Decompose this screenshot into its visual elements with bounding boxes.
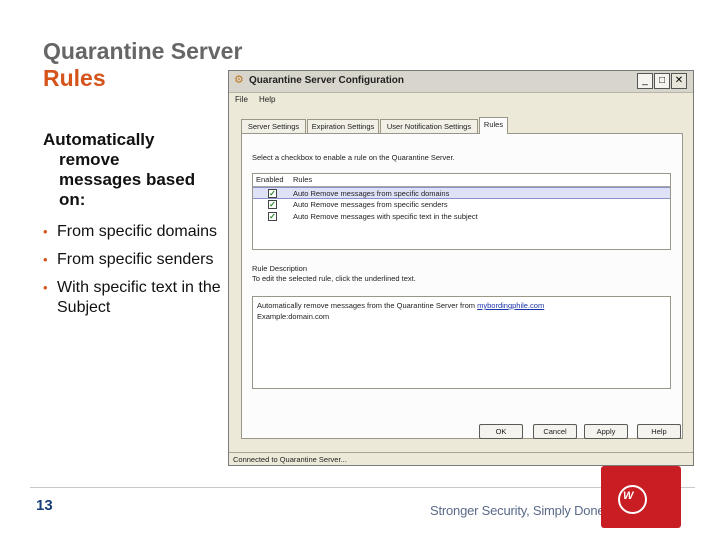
rule-enabled-checkbox[interactable]: ✓ xyxy=(268,200,277,209)
close-button[interactable]: ✕ xyxy=(671,73,687,89)
lead-line: Automatically xyxy=(43,130,155,149)
menu-bar: File Help xyxy=(229,93,693,107)
status-bar: Connected to Quarantine Server... xyxy=(229,452,693,466)
rule-description-box: Automatically remove messages from the Q… xyxy=(252,296,671,389)
slide-title: Quarantine Server Rules xyxy=(43,38,242,92)
window-titlebar[interactable]: ⚙ Quarantine Server Configuration _ □ ✕ xyxy=(229,71,693,93)
apply-button[interactable]: Apply xyxy=(584,424,628,439)
rules-tab-panel: Select a checkbox to enable a rule on th… xyxy=(241,133,683,439)
description-example: Example:domain.com xyxy=(257,312,330,321)
instruction-text: Select a checkbox to enable a rule on th… xyxy=(252,153,455,162)
rules-list[interactable]: Enabled Rules ✓ Auto Remove messages fro… xyxy=(252,173,671,250)
lead-text: Automatically remove messages based on: xyxy=(43,130,233,210)
bullet-item: • From specific domains xyxy=(43,223,218,240)
bullet-dot-icon: • xyxy=(43,224,48,239)
ok-button[interactable]: OK xyxy=(479,424,523,439)
rule-enabled-checkbox[interactable]: ✓ xyxy=(268,189,277,198)
rule-row[interactable]: ✓ Auto Remove messages from specific sen… xyxy=(253,199,670,211)
rule-row[interactable]: ✓ Auto Remove messages from specific dom… xyxy=(253,187,670,199)
app-icon: ⚙ xyxy=(234,74,244,86)
cancel-button[interactable]: Cancel xyxy=(533,424,577,439)
help-button[interactable]: Help xyxy=(637,424,681,439)
page-number: 13 xyxy=(36,497,53,514)
bullet-item: • With specific text in the Subject xyxy=(43,279,221,316)
rule-label: Auto Remove messages from specific domai… xyxy=(293,189,450,198)
watchguard-logo: W xyxy=(601,466,681,528)
tab-rules[interactable]: Rules xyxy=(479,117,508,134)
tab-server-settings[interactable]: Server Settings xyxy=(241,119,306,133)
description-domain-link[interactable]: mybordingphile.com xyxy=(477,301,544,310)
rule-description-hint: To edit the selected rule, click the und… xyxy=(252,274,416,283)
rules-list-header: Enabled Rules xyxy=(253,174,670,187)
slide-title-line1: Quarantine Server xyxy=(43,38,243,64)
bullet-list: • From specific domains • From specific se… xyxy=(43,222,228,326)
lead-line: messages based xyxy=(59,170,196,189)
description-text: Automatically remove messages from the Q… xyxy=(257,301,476,310)
slide-title-line2: Rules xyxy=(43,65,106,91)
tagline: Stronger Security, Simply DoneTM xyxy=(430,503,614,518)
quarantine-config-window: ⚙ Quarantine Server Configuration _ □ ✕ … xyxy=(228,70,694,466)
tab-user-notification-settings[interactable]: User Notification Settings xyxy=(380,119,478,133)
rule-description-label: Rule Description xyxy=(252,264,308,273)
logo-mark-icon: W xyxy=(623,490,634,502)
bullet-dot-icon: • xyxy=(43,280,48,295)
menu-file[interactable]: File xyxy=(235,95,248,104)
rule-row[interactable]: ✓ Auto Remove messages with specific tex… xyxy=(253,211,670,223)
minimize-button[interactable]: _ xyxy=(637,73,653,89)
rule-label: Auto Remove messages with specific text … xyxy=(293,212,478,221)
bullet-dot-icon: • xyxy=(43,252,48,267)
footer-divider xyxy=(30,487,695,488)
tab-expiration-settings[interactable]: Expiration Settings xyxy=(307,119,379,133)
column-rules[interactable]: Rules xyxy=(293,175,312,184)
window-title: Quarantine Server Configuration xyxy=(249,75,405,86)
lead-line: remove xyxy=(59,150,120,169)
status-text: Connected to Quarantine Server... xyxy=(233,455,347,464)
bullet-item: • From specific senders xyxy=(43,251,214,268)
rule-enabled-checkbox[interactable]: ✓ xyxy=(268,212,277,221)
lead-line: on: xyxy=(59,190,86,209)
menu-help[interactable]: Help xyxy=(259,95,275,104)
column-enabled[interactable]: Enabled xyxy=(256,175,284,184)
rule-label: Auto Remove messages from specific sende… xyxy=(293,200,448,209)
maximize-button[interactable]: □ xyxy=(654,73,670,89)
